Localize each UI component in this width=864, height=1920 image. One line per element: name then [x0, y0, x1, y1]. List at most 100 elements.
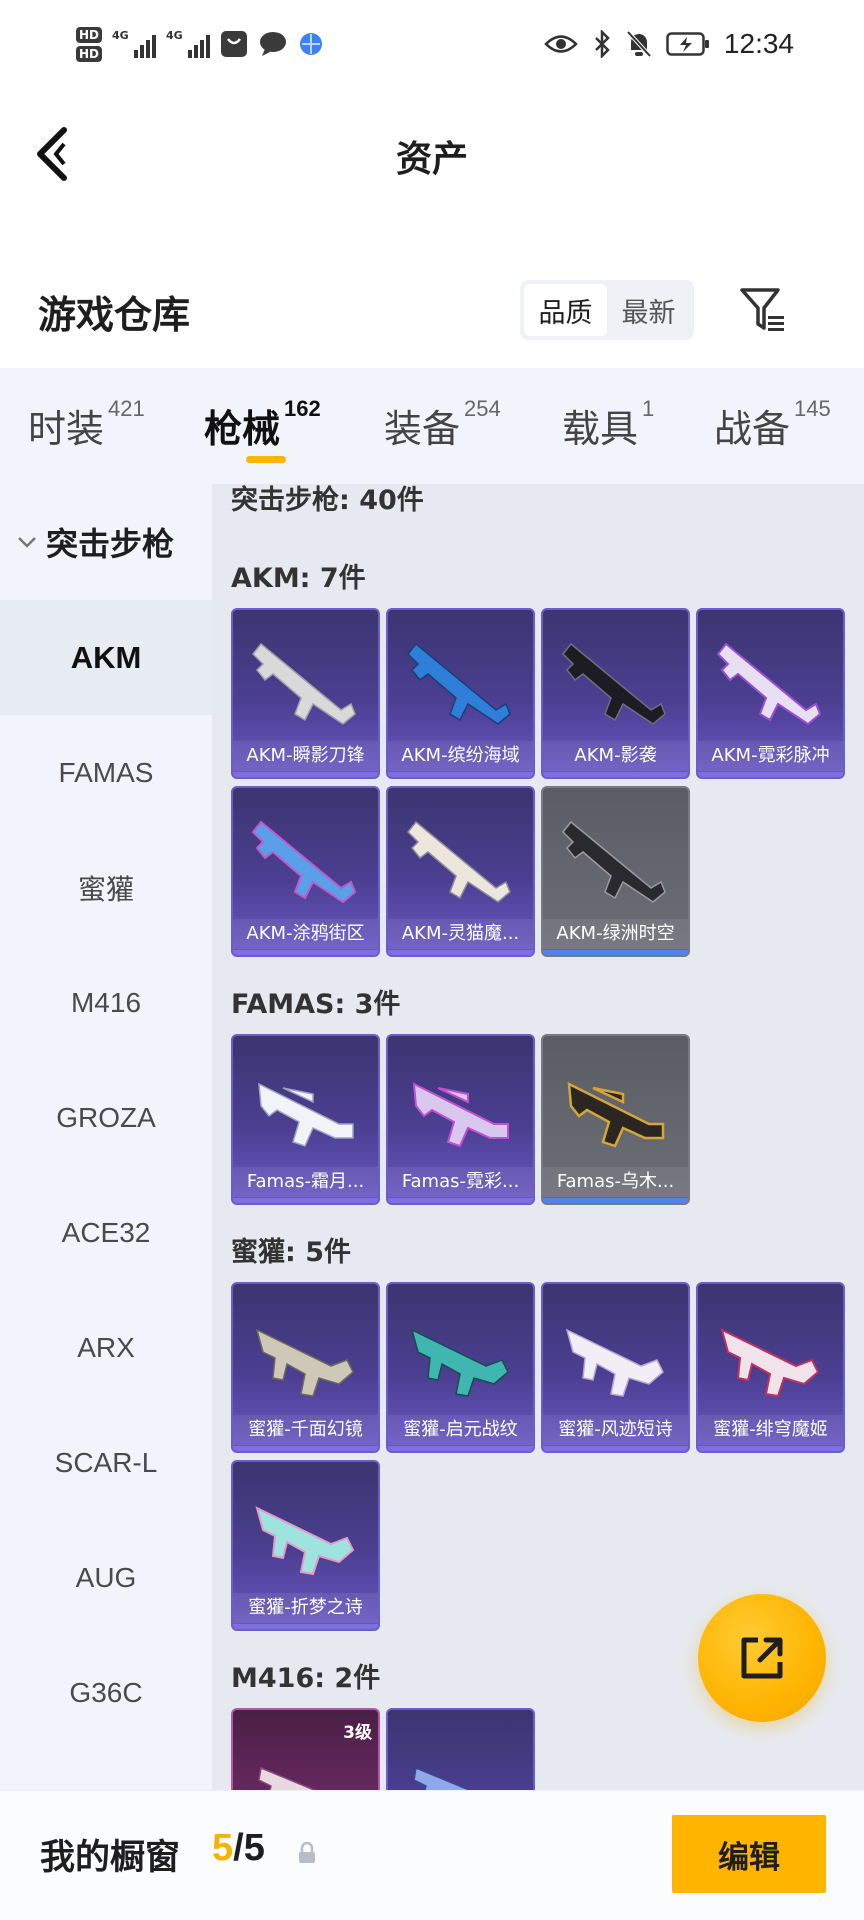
sort-newest-option[interactable]: 最新 — [607, 284, 690, 336]
status-left: HD HD 4G 4G — [76, 26, 324, 62]
rifle-icon — [720, 1328, 820, 1398]
section-title-famas: FAMAS: 3件 — [231, 989, 401, 1020]
skin-name: AKM-霓彩脉冲 — [698, 741, 843, 771]
chat-icon — [260, 32, 287, 56]
showcase-title: 我的橱窗 — [40, 1838, 181, 1878]
showcase-count-current: 5 — [212, 1827, 234, 1869]
sidebar-item-m416[interactable]: M416 — [0, 945, 212, 1060]
skin-name: 蜜獾-千面幻镜 — [233, 1415, 378, 1445]
skin-card[interactable]: AKM-涂鸦街区 — [231, 786, 380, 957]
skin-name: AKM-瞬影刀锋 — [233, 741, 378, 771]
section-title-m416: M416: 2件 — [231, 1663, 381, 1694]
skin-name: AKM-灵猫魔... — [388, 919, 533, 949]
skin-card[interactable]: AKM-霓彩脉冲 — [696, 608, 845, 779]
tab-label: 装备 — [384, 407, 461, 451]
skin-card[interactable]: Famas-乌木... — [541, 1034, 690, 1205]
bluetooth-icon — [595, 30, 610, 58]
rifle-icon — [258, 1766, 317, 1790]
rifle-icon — [561, 642, 666, 725]
skin-name: 蜜獾-启元战纹 — [388, 1415, 533, 1445]
skin-card[interactable]: AKM-瞬影刀锋 — [231, 608, 380, 779]
skin-card[interactable]: AKM-绿洲时空 — [541, 786, 690, 957]
category-tabs: 时装 421 枪械 162 装备 254 载具 1 战备 145 — [0, 368, 864, 484]
skin-name: AKM-缤纷海域 — [388, 741, 533, 771]
skin-name: 蜜獾-折梦之诗 — [233, 1593, 378, 1623]
warehouse-title: 游戏仓库 — [38, 293, 191, 337]
tab-label: 枪械 — [204, 407, 281, 451]
rifle-icon — [406, 642, 511, 725]
tab-count: 254 — [464, 396, 501, 421]
rifle-icon — [255, 1506, 355, 1576]
battery-charging-icon — [666, 32, 709, 56]
sort-quality-option[interactable]: 品质 — [524, 284, 607, 336]
rifle-icon — [410, 1328, 509, 1397]
clock: 12:34 — [723, 28, 794, 59]
sidebar-item-akm[interactable]: AKM — [0, 600, 212, 715]
skin-card[interactable]: AKM-缤纷海域 — [386, 608, 535, 779]
bell-off-icon — [626, 30, 652, 58]
showcase-count-separator: / — [233, 1827, 244, 1869]
tab-vehicles[interactable]: 载具 1 — [562, 396, 655, 453]
sidebar-item-groza[interactable]: GROZA — [0, 1060, 212, 1175]
hd1-label: HD — [76, 26, 103, 43]
tab-supplies[interactable]: 战备 145 — [714, 396, 831, 453]
status-right: 12:34 — [544, 28, 794, 60]
skin-card[interactable]: 蜜獾-风迹短诗 — [541, 1282, 690, 1453]
signal-1-icon: 4G — [112, 29, 157, 58]
skin-name: Famas-霓彩... — [388, 1167, 533, 1197]
notification-app-icon — [221, 31, 248, 57]
skin-name: 蜜獾-风迹短诗 — [543, 1415, 688, 1445]
sidebar-item-scar-l[interactable]: SCAR-L — [0, 1405, 212, 1520]
skin-card[interactable] — [386, 1708, 535, 1790]
sidebar-item-famas[interactable]: FAMAS — [0, 715, 212, 830]
net1-label: 4G — [112, 29, 129, 42]
rifle-icon — [258, 1082, 354, 1147]
skin-name: 蜜獾-绯穹魔姬 — [698, 1415, 843, 1445]
sort-toggle: 品质 最新 — [520, 280, 694, 340]
tab-count: 421 — [108, 396, 145, 421]
sidebar-item-aug[interactable]: AUG — [0, 1520, 212, 1635]
share-button[interactable] — [698, 1594, 826, 1722]
sidebar-item-honey-badger[interactable]: 蜜獾 — [0, 830, 212, 945]
page-title: 资产 — [395, 139, 468, 180]
sidebar-item-ace32[interactable]: ACE32 — [0, 1175, 212, 1290]
skin-card[interactable]: 3级 — [231, 1708, 380, 1790]
header: 资产 — [0, 100, 864, 210]
skin-card[interactable]: 蜜獾-千面幻镜 — [231, 1282, 380, 1453]
sidebar-item-g36c[interactable]: G36C — [0, 1635, 212, 1750]
sidebar-item-arx[interactable]: ARX — [0, 1290, 212, 1405]
tab-label: 时装 — [28, 407, 105, 451]
showcase-count-total: 5 — [243, 1827, 265, 1869]
rifle-icon — [561, 820, 666, 903]
rifle-icon — [251, 820, 357, 904]
active-tab-indicator — [246, 456, 286, 463]
chevron-down-icon — [18, 537, 36, 548]
status-bar: HD HD 4G 4G 12:34 — [0, 0, 864, 88]
skin-card[interactable]: 蜜獾-绯穹魔姬 — [696, 1282, 845, 1453]
skin-name: AKM-涂鸦街区 — [233, 919, 378, 949]
tab-label: 载具 — [562, 407, 639, 451]
filter-icon[interactable] — [736, 282, 792, 338]
skin-card[interactable]: 蜜獾-折梦之诗 — [231, 1460, 380, 1631]
signal-2-icon: 4G — [166, 30, 211, 58]
skin-card[interactable]: AKM-灵猫魔... — [386, 786, 535, 957]
sidebar-group-assault-rifles[interactable]: 突击步枪 — [0, 484, 212, 600]
skin-card[interactable]: AKM-影袭 — [541, 608, 690, 779]
edit-button[interactable]: 编辑 — [672, 1815, 826, 1893]
skin-card[interactable]: Famas-霜月... — [231, 1034, 380, 1205]
warehouse-row: 游戏仓库 品质 最新 — [0, 270, 864, 352]
tab-firearms[interactable]: 枪械 162 — [204, 396, 321, 453]
skin-name: AKM-绿洲时空 — [543, 919, 688, 949]
tab-fashion[interactable]: 时装 421 — [28, 396, 145, 453]
lock-icon — [299, 1841, 315, 1863]
rifle-icon — [406, 820, 511, 903]
skin-card[interactable]: Famas-霓彩... — [386, 1034, 535, 1205]
tab-equipment[interactable]: 装备 254 — [384, 396, 501, 453]
rifle-icon — [716, 642, 822, 726]
tab-label: 战备 — [714, 407, 791, 451]
skin-card[interactable]: 蜜獾-启元战纹 — [386, 1282, 535, 1453]
showcase-bar: 我的橱窗 5/5 编辑 — [0, 1790, 864, 1920]
rifle-icon — [413, 1766, 472, 1790]
tab-count: 1 — [642, 396, 655, 421]
rifle-icon — [565, 1328, 664, 1397]
